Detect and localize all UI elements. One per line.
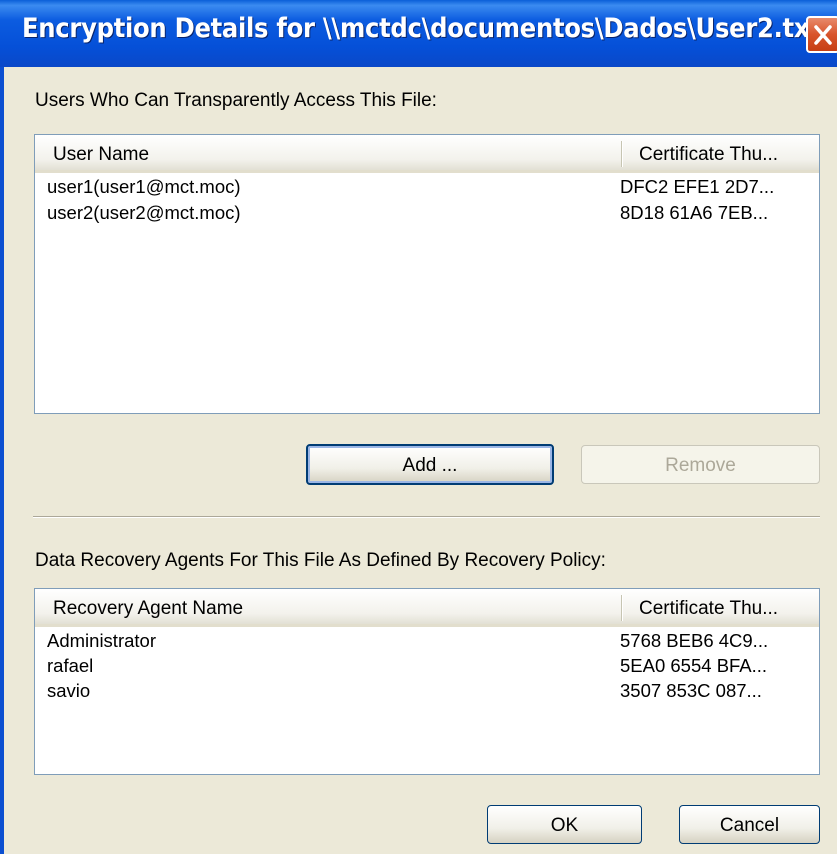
- user-name-cell: user1(user1@mct.moc): [47, 176, 241, 197]
- ok-button-label: OK: [550, 815, 579, 836]
- thumbprint-cell: 3507 853C 087...: [620, 680, 762, 701]
- column-separator[interactable]: [621, 595, 623, 621]
- thumbprint-cell: 8D18 61A6 7EB...: [620, 202, 769, 223]
- recovery-list-header: Recovery Agent Name Certificate Thu...: [35, 589, 819, 627]
- cancel-button[interactable]: Cancel: [679, 805, 820, 844]
- add-button[interactable]: Add ...: [306, 444, 554, 485]
- window-title: Encryption Details for \\mctdc\documento…: [22, 13, 837, 44]
- title-bar[interactable]: Encryption Details for \\mctdc\documento…: [0, 0, 837, 67]
- list-item[interactable]: rafael 5EA0 6554 BFA...: [35, 655, 819, 679]
- agent-name-cell: rafael: [47, 655, 94, 676]
- user-name-cell: user2(user2@mct.moc): [47, 202, 241, 223]
- recovery-section-label: Data Recovery Agents For This File As De…: [35, 550, 606, 571]
- list-item[interactable]: savio 3507 853C 087...: [35, 680, 819, 704]
- thumbprint-cell: 5EA0 6554 BFA...: [620, 655, 768, 676]
- column-recovery-agent-name[interactable]: Recovery Agent Name: [53, 598, 243, 620]
- column-separator[interactable]: [621, 141, 623, 167]
- column-user-name[interactable]: User Name: [53, 144, 149, 166]
- users-list[interactable]: User Name Certificate Thu... user1(user1…: [34, 134, 820, 414]
- column-certificate-thumbprint[interactable]: Certificate Thu...: [639, 144, 778, 166]
- remove-button-label: Remove: [665, 455, 736, 476]
- window-frame-left: [0, 67, 4, 854]
- cancel-button-label: Cancel: [719, 815, 780, 836]
- encryption-details-dialog: Encryption Details for \\mctdc\documento…: [0, 0, 837, 854]
- column-certificate-thumbprint[interactable]: Certificate Thu...: [639, 598, 778, 620]
- agent-name-cell: savio: [47, 680, 91, 701]
- thumbprint-cell: 5768 BEB6 4C9...: [620, 630, 769, 651]
- recovery-agents-list[interactable]: Recovery Agent Name Certificate Thu... A…: [34, 588, 820, 775]
- remove-button[interactable]: Remove: [581, 445, 820, 484]
- ok-button[interactable]: OK: [487, 805, 642, 844]
- close-icon: [814, 25, 832, 45]
- list-item[interactable]: Administrator 5768 BEB6 4C9...: [35, 630, 819, 654]
- close-button[interactable]: [806, 16, 837, 53]
- users-section-label: Users Who Can Transparently Access This …: [35, 90, 437, 111]
- users-list-header: User Name Certificate Thu...: [35, 135, 819, 173]
- list-item[interactable]: user1(user1@mct.moc) DFC2 EFE1 2D7...: [35, 176, 819, 200]
- add-button-label: Add ...: [402, 455, 458, 476]
- agent-name-cell: Administrator: [47, 630, 156, 651]
- section-divider: [33, 516, 820, 518]
- thumbprint-cell: DFC2 EFE1 2D7...: [620, 176, 775, 197]
- list-item[interactable]: user2(user2@mct.moc) 8D18 61A6 7EB...: [35, 202, 819, 226]
